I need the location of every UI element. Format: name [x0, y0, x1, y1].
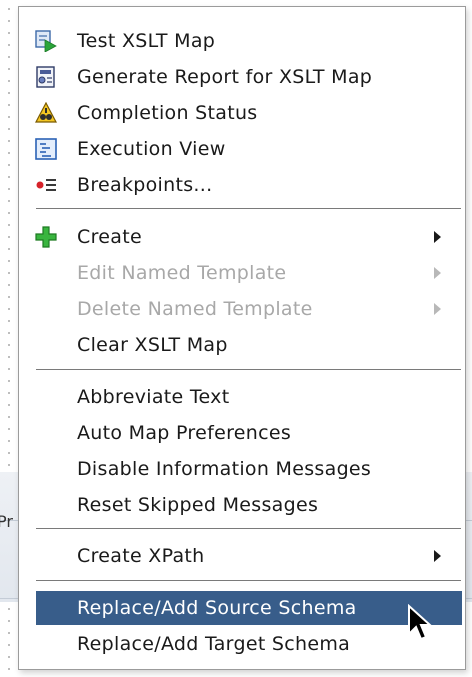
context-menu: Test XSLT Map Generate Report for XSLT M… [18, 6, 466, 670]
menu-item-label: Edit Named Template [77, 262, 287, 284]
menu-item-reset-skipped-messages[interactable]: Reset Skipped Messages [19, 488, 465, 522]
menu-item-label: Disable Information Messages [77, 458, 372, 480]
menu-separator [36, 580, 461, 581]
menu-item-edit-named-template: Edit Named Template [19, 256, 465, 290]
menu-item-create[interactable]: Create [19, 220, 465, 254]
menu-item-abbreviate-text[interactable]: Abbreviate Text [19, 380, 465, 414]
submenu-arrow-icon [434, 231, 441, 243]
menu-item-breakpoints[interactable]: Breakpoints... [19, 168, 465, 202]
plus-icon [35, 226, 57, 248]
breakpoints-icon [35, 174, 57, 196]
menu-item-label: Reset Skipped Messages [77, 494, 319, 516]
report-icon [35, 66, 57, 88]
menu-separator [36, 528, 461, 529]
menu-item-label: Breakpoints... [77, 174, 213, 196]
mouse-pointer-icon [408, 604, 433, 641]
menu-item-label: Test XSLT Map [77, 30, 216, 52]
menu-item-label: Clear XSLT Map [77, 334, 228, 356]
background-tab-label[interactable]: Pr [0, 512, 17, 534]
menu-item-label: Completion Status [77, 102, 258, 124]
menu-item-auto-map-preferences[interactable]: Auto Map Preferences [19, 416, 465, 450]
menu-item-clear-xslt-map[interactable]: Clear XSLT Map [19, 328, 465, 362]
menu-item-disable-information-messages[interactable]: Disable Information Messages [19, 452, 465, 486]
menu-item-label: Replace/Add Source Schema [77, 597, 357, 619]
menu-item-label: Create XPath [77, 545, 205, 567]
warning-icon [35, 102, 57, 124]
test-map-icon [35, 30, 57, 52]
menu-item-replace-add-source-schema[interactable]: Replace/Add Source Schema [36, 591, 462, 625]
menu-item-label: Abbreviate Text [77, 386, 230, 408]
submenu-arrow-icon [434, 550, 441, 562]
menu-item-create-xpath[interactable]: Create XPath [19, 539, 465, 573]
menu-separator [36, 369, 461, 370]
menu-item-delete-named-template: Delete Named Template [19, 292, 465, 326]
menu-item-generate-report[interactable]: Generate Report for XSLT Map [19, 60, 465, 94]
menu-item-label: Replace/Add Target Schema [77, 633, 351, 655]
menu-item-replace-add-target-schema[interactable]: Replace/Add Target Schema [19, 627, 465, 661]
menu-item-label: Execution View [77, 138, 226, 160]
menu-item-execution-view[interactable]: Execution View [19, 132, 465, 166]
menu-item-completion-status[interactable]: Completion Status [19, 96, 465, 130]
menu-item-label: Generate Report for XSLT Map [77, 66, 373, 88]
menu-separator [36, 208, 461, 209]
menu-item-label: Auto Map Preferences [77, 422, 292, 444]
submenu-arrow-icon [434, 303, 441, 315]
menu-item-label: Create [77, 226, 142, 248]
menu-item-test-xslt-map[interactable]: Test XSLT Map [19, 24, 465, 58]
menu-item-label: Delete Named Template [77, 298, 313, 320]
submenu-arrow-icon [434, 267, 441, 279]
execution-view-icon [35, 138, 57, 160]
